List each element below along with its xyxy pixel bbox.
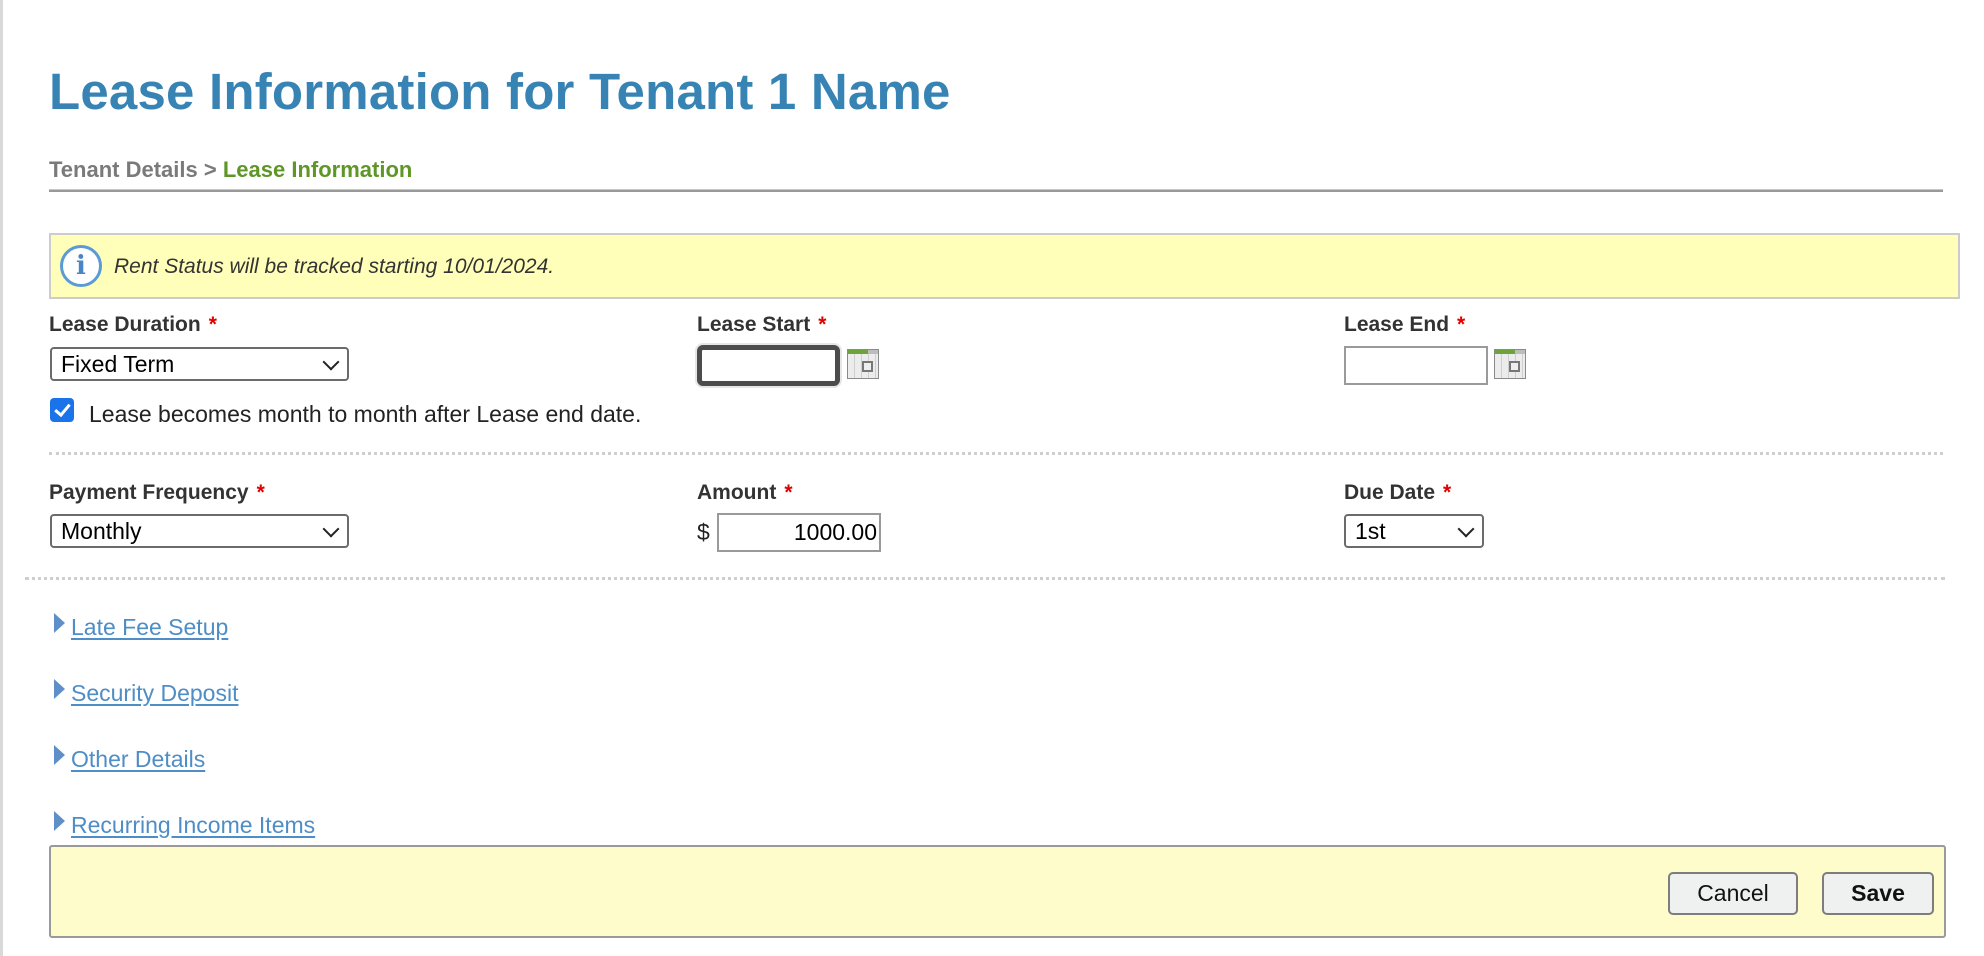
month-to-month-label[interactable]: Lease becomes month to month after Lease… [89, 401, 641, 428]
required-marker: * [208, 313, 217, 336]
expand-triangle-icon [54, 744, 65, 765]
amount-label: Amount * [697, 481, 793, 505]
section-divider [49, 452, 1943, 455]
amount-input[interactable]: 1000.00 [717, 513, 881, 552]
page-title: Lease Information for Tenant 1 Name [49, 63, 951, 120]
month-to-month-checkbox[interactable] [50, 398, 74, 422]
payment-frequency-select[interactable]: Monthly [50, 514, 349, 548]
calendar-icon[interactable] [1494, 349, 1526, 379]
payment-frequency-label: Payment Frequency * [49, 481, 265, 505]
section-divider [25, 577, 1945, 580]
required-marker: * [818, 313, 827, 336]
page-left-border [0, 0, 3, 956]
recurring-income-items-label: Recurring Income Items [71, 812, 316, 838]
payment-frequency-value: Monthly [61, 517, 142, 544]
lease-start-label-text: Lease Start [697, 313, 811, 336]
breadcrumb-tenant-details[interactable]: Tenant Details [49, 157, 198, 182]
save-button[interactable]: Save [1822, 872, 1934, 915]
expand-triangle-icon [54, 810, 65, 831]
recurring-income-items-link[interactable]: Recurring Income Items [54, 810, 316, 839]
amount-label-text: Amount [697, 481, 777, 504]
lease-duration-select[interactable]: Fixed Term [50, 347, 349, 381]
calendar-icon[interactable] [847, 349, 879, 379]
breadcrumb-separator: > [203, 157, 217, 182]
currency-symbol: $ [697, 519, 710, 545]
required-marker: * [1443, 481, 1452, 504]
breadcrumb-current: Lease Information [222, 157, 413, 182]
cancel-button[interactable]: Cancel [1668, 872, 1798, 915]
lease-duration-value: Fixed Term [61, 350, 175, 377]
payment-frequency-label-text: Payment Frequency [49, 481, 249, 504]
lease-duration-label-text: Lease Duration [49, 313, 201, 336]
chevron-down-icon [322, 353, 340, 371]
info-banner-text: Rent Status will be tracked starting 10/… [114, 255, 555, 278]
required-marker: * [1457, 313, 1466, 336]
form-action-bar: Cancel Save [49, 845, 1946, 938]
late-fee-setup-link[interactable]: Late Fee Setup [54, 612, 229, 641]
lease-end-label: Lease End * [1344, 313, 1465, 337]
security-deposit-label: Security Deposit [71, 680, 239, 706]
required-marker: * [784, 481, 793, 504]
breadcrumb: Tenant Details > Lease Information [49, 157, 412, 183]
required-marker: * [256, 481, 265, 504]
lease-duration-label: Lease Duration * [49, 313, 217, 337]
info-banner: i Rent Status will be tracked starting 1… [49, 233, 1960, 299]
lease-start-input[interactable] [697, 345, 840, 386]
breadcrumb-divider [49, 189, 1943, 192]
other-details-label: Other Details [71, 746, 206, 772]
lease-start-label: Lease Start * [697, 313, 826, 337]
due-date-select[interactable]: 1st [1344, 514, 1484, 548]
lease-end-input[interactable] [1344, 346, 1488, 385]
other-details-link[interactable]: Other Details [54, 744, 206, 773]
due-date-label: Due Date * [1344, 481, 1451, 505]
expand-triangle-icon [54, 612, 65, 633]
security-deposit-link[interactable]: Security Deposit [54, 678, 239, 707]
due-date-value: 1st [1355, 517, 1386, 544]
chevron-down-icon [322, 520, 340, 538]
due-date-label-text: Due Date [1344, 481, 1436, 504]
lease-end-label-text: Lease End [1344, 313, 1450, 336]
late-fee-setup-label: Late Fee Setup [71, 614, 229, 640]
expand-triangle-icon [54, 678, 65, 699]
chevron-down-icon [1457, 520, 1475, 538]
info-icon: i [60, 245, 102, 287]
